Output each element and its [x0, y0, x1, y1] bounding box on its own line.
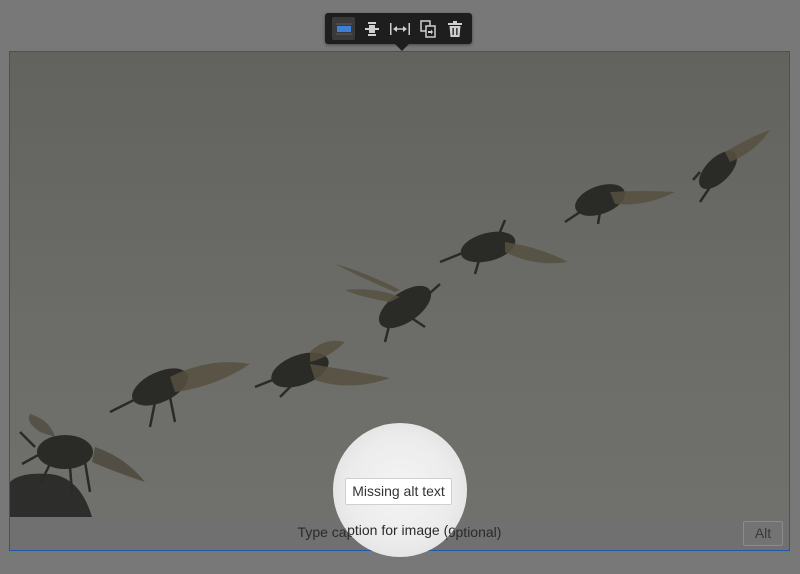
align-wide-button[interactable]	[332, 17, 355, 40]
align-center-button[interactable]	[360, 17, 383, 40]
caption-placeholder-highlighted: Type caption for image (optional)	[333, 522, 467, 538]
editor-canvas: Type caption for image (optional) Alt Ty…	[0, 0, 800, 574]
replace-image-icon	[419, 19, 436, 38]
missing-alt-text-badge[interactable]: Missing alt text	[345, 478, 452, 505]
align-center-icon	[364, 21, 379, 36]
image-toolbar	[325, 13, 472, 51]
replace-image-button[interactable]	[416, 17, 439, 40]
delete-button[interactable]	[443, 17, 466, 40]
trash-icon	[447, 20, 462, 37]
full-width-button[interactable]	[388, 17, 411, 40]
full-width-icon	[389, 22, 410, 35]
alt-text-button[interactable]: Alt	[743, 521, 783, 546]
align-wide-icon	[335, 23, 352, 34]
